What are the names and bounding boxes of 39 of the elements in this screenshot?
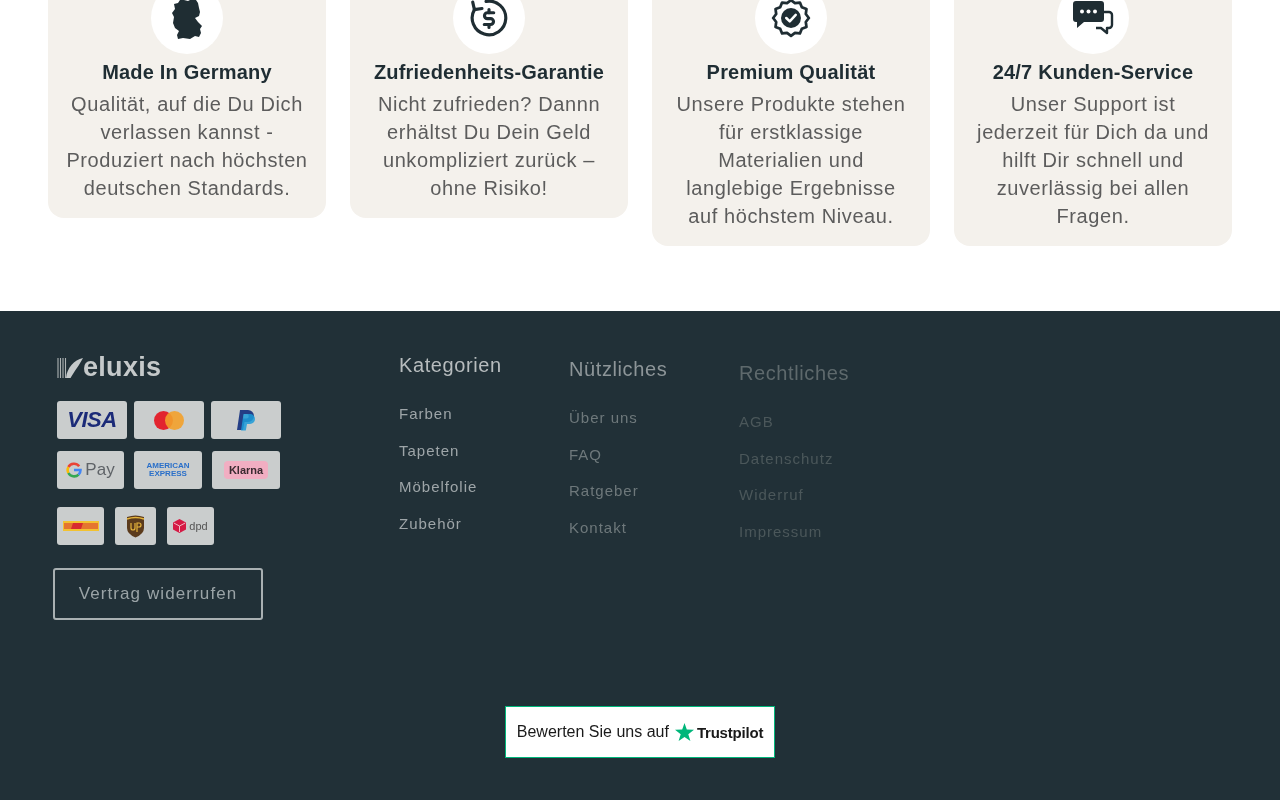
feature-text: Qualität, auf die Du Dich verlassen kannst - Produziert nach höchsten deutschen Standards. xyxy=(65,92,309,201)
logo-text: eluxis xyxy=(83,355,162,379)
footer-link[interactable]: Kontakt xyxy=(569,516,627,539)
g-logo-icon xyxy=(66,462,83,478)
footer-link[interactable]: Tapeten xyxy=(399,439,460,462)
logo-mark-icon xyxy=(57,357,83,379)
payment-logo-label: Klarna xyxy=(223,461,269,479)
footer-heading: Nützliches xyxy=(569,357,668,382)
footer-link[interactable]: Zubehör xyxy=(399,512,462,535)
feature-title: Premium Qualität xyxy=(706,60,876,85)
review-button[interactable]: Bewerten Sie uns auf Trustpilot xyxy=(505,706,775,758)
payment-logo-text: Pay xyxy=(85,460,115,480)
star-icon xyxy=(674,723,694,741)
dollar-refresh-icon xyxy=(453,0,525,54)
footer-link[interactable]: Ratgeber xyxy=(569,480,639,502)
footer-link[interactable]: Über uns xyxy=(569,407,638,429)
check-badge-icon xyxy=(755,0,827,54)
footer-link[interactable]: Möbelfolie xyxy=(399,476,478,498)
country-map-icon xyxy=(151,0,223,54)
payment-logo-text: dpd xyxy=(189,520,208,532)
feature-text: Unsere Produkte stehen für erstklassige Materialien und langlebige Ergebnisse auf höchstem Niveau. xyxy=(675,92,907,229)
footer-heading: Kategorien xyxy=(399,353,502,378)
shield-icon xyxy=(126,514,145,538)
feature-text: Nicht zufrieden? Dannn erhältst Du Dein Geld unkompliziert zurück – ohne Risiko! xyxy=(376,92,602,201)
revoke-contract-button[interactable]: Vertrag widerrufen xyxy=(53,568,263,620)
feature-title: Zufriedenheits-Garantie xyxy=(373,60,605,85)
payment-logo-text: VISA xyxy=(67,407,117,433)
feature-title: 24/7 Kunden-Service xyxy=(992,60,1194,85)
chat-bubbles-icon xyxy=(1057,0,1129,54)
p-logo-icon xyxy=(237,409,255,431)
feature-title: Made In Germany xyxy=(102,60,272,85)
footer-heading: Rechtliches xyxy=(739,361,849,386)
feature-text: Unser Support ist jederzeit für Dich da und hilft Dir schnell und zuverlässig bei allen Fragen. xyxy=(975,92,1210,229)
payment-logo-text: AMERICAN EXPRESS xyxy=(145,462,191,478)
overlapping-circles-icon xyxy=(154,410,184,430)
cube-icon xyxy=(173,519,187,533)
footer-link[interactable]: FAQ xyxy=(569,443,602,466)
footer-link[interactable]: Farben xyxy=(399,403,453,425)
striped-bar-icon xyxy=(62,521,99,531)
